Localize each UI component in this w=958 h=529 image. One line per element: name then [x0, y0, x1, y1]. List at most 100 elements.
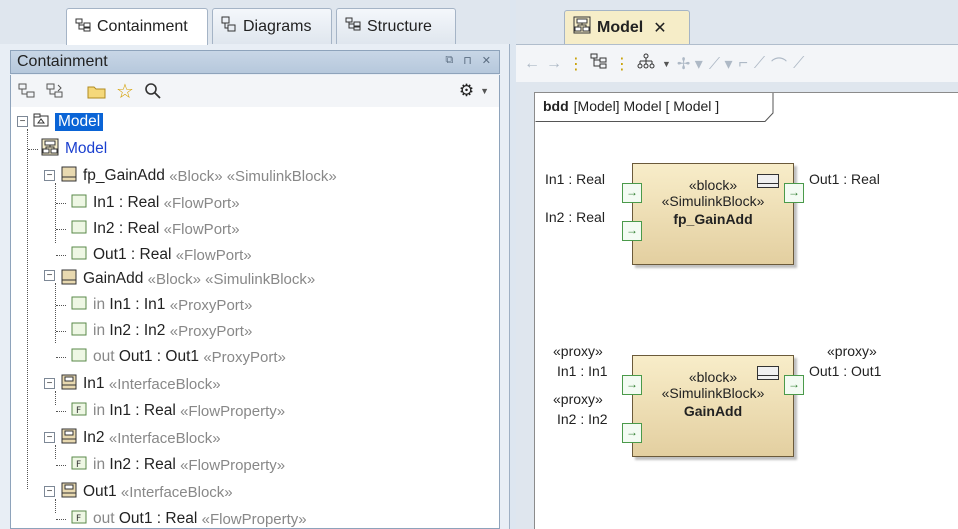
containment-pane: Containment Diagrams Structure Containme… — [0, 0, 510, 529]
float-icon[interactable]: ⧉ — [445, 54, 453, 67]
layout-dropdown-icon[interactable]: ▼ — [662, 59, 671, 69]
block-fp-gainadd[interactable]: «block» «SimulinkBlock» fp_GainAdd — [632, 163, 794, 265]
block-icon — [61, 166, 77, 187]
svg-text:F: F — [76, 406, 81, 416]
open-folder-icon[interactable] — [87, 81, 107, 101]
port-fp-in1[interactable]: → — [622, 183, 642, 203]
package-icon — [33, 113, 49, 132]
expand-all-icon[interactable] — [45, 81, 65, 101]
diagram-pane: Model ✕ ← → ⋮ ⋮ ▼ ✢ ▾ ⟋ ▾ ⌐ ⟋ ⌒ ⟋ bdd [M… — [516, 0, 958, 529]
tab-structure[interactable]: Structure — [336, 8, 456, 44]
structure-icon — [345, 17, 361, 36]
star-icon[interactable]: ☆ — [115, 81, 135, 103]
tree-item-gainadd[interactable]: GainAdd «Block» «SimulinkBlock» — [61, 267, 315, 291]
path-style-icon[interactable]: ✢ ▾ — [677, 54, 703, 74]
svg-text:F: F — [76, 514, 81, 524]
port-label-ga-out1: Out1 : Out1 — [809, 363, 882, 379]
oblique-icon[interactable]: ⟋ — [754, 55, 765, 73]
rectilinear-icon[interactable]: ⌐ — [739, 55, 748, 73]
block-gainadd[interactable]: «block» «SimulinkBlock» GainAdd — [632, 355, 794, 457]
gear-icon[interactable]: ⚙ — [459, 81, 474, 101]
tree-item-ib-in1-prop[interactable]: F in In1 : Real «FlowProperty» — [71, 399, 285, 423]
bdd-diagram-icon — [41, 138, 59, 161]
tree-item-fp-out1[interactable]: Out1 : Real «FlowPort» — [71, 243, 252, 267]
tab-diagrams-label: Diagrams — [243, 17, 312, 35]
tab-diagrams[interactable]: Diagrams — [212, 8, 332, 44]
pin-icon[interactable]: ⊓ — [463, 54, 472, 67]
flow-property-icon: F — [71, 456, 87, 475]
flow-port-icon — [71, 194, 87, 213]
expander-ib-in1[interactable]: − — [44, 378, 55, 389]
proxy-port-icon — [71, 322, 87, 341]
back-icon[interactable]: ← — [524, 55, 540, 73]
port-stereo-ga-out1: «proxy» — [827, 343, 877, 359]
bdd-diagram-icon — [573, 16, 591, 39]
port-ga-out1[interactable]: → — [784, 375, 804, 395]
expander-fp-gainadd[interactable]: − — [44, 170, 55, 181]
browser-tab-bar: Containment Diagrams Structure — [0, 0, 510, 45]
bezier-icon[interactable]: ⌒ — [771, 52, 787, 76]
interface-block-icon — [61, 428, 77, 449]
tree-item-ga-in1[interactable]: in In1 : In1 «ProxyPort» — [71, 293, 252, 317]
port-label-ga-in2: In2 : In2 — [557, 411, 608, 427]
interface-block-icon — [61, 482, 77, 503]
svg-text:F: F — [76, 460, 81, 470]
containment-tree-icon[interactable] — [590, 53, 608, 74]
interface-block-icon — [61, 374, 77, 395]
port-stereo-ga-in2: «proxy» — [553, 391, 603, 407]
port-ga-in1[interactable]: → — [622, 375, 642, 395]
forward-icon[interactable]: → — [546, 55, 562, 73]
tab-model-label: Model — [597, 18, 644, 36]
more-icon[interactable]: ⟋ — [793, 55, 804, 73]
containment-toolbar: ☆ ⚙ ▼ — [10, 75, 500, 107]
tree-item-ib-out1[interactable]: Out1 «InterfaceBlock» — [61, 480, 233, 504]
close-tab-icon[interactable]: ✕ — [653, 18, 666, 38]
layout-icon[interactable] — [636, 53, 656, 74]
tree-item-model[interactable]: Model — [33, 110, 104, 134]
containment-panel-header: Containment ⧉ ⊓ ✕ — [10, 50, 500, 74]
tree-item-ib-in1[interactable]: In1 «InterfaceBlock» — [61, 372, 221, 396]
tree-item-model-diagram[interactable]: Model — [41, 137, 107, 161]
tree-item-ib-in2[interactable]: In2 «InterfaceBlock» — [61, 426, 221, 450]
flow-port-icon — [71, 220, 87, 239]
tree-item-ib-out1-prop[interactable]: F out Out1 : Real «FlowProperty» — [71, 507, 307, 528]
proxy-port-icon — [71, 348, 87, 367]
expander-ib-in2[interactable]: − — [44, 432, 55, 443]
tree-item-fp-in2[interactable]: In2 : Real «FlowPort» — [71, 217, 240, 241]
line-style-icon[interactable]: ⟋ ▾ — [709, 54, 733, 74]
block-icon — [757, 366, 779, 380]
panel-title: Containment — [17, 53, 108, 70]
port-ga-in2[interactable]: → — [622, 423, 642, 443]
expander-ib-out1[interactable]: − — [44, 486, 55, 497]
tree-item-ga-in2[interactable]: in In2 : In2 «ProxyPort» — [71, 319, 252, 343]
expander-gainadd[interactable]: − — [44, 270, 55, 281]
proxy-port-icon — [71, 296, 87, 315]
tab-containment[interactable]: Containment — [66, 8, 208, 45]
port-label-fp-in2: In2 : Real — [545, 209, 605, 225]
block-icon — [757, 174, 779, 188]
block-icon — [61, 269, 77, 290]
diagram-frame-label: bdd [Model] Model [ Model ] — [535, 93, 728, 119]
tree-item-ga-out1[interactable]: out Out1 : Out1 «ProxyPort» — [71, 345, 286, 369]
tree-item-fp-in1[interactable]: In1 : Real «FlowPort» — [71, 191, 240, 215]
diagrams-icon — [221, 16, 237, 37]
flow-port-icon — [71, 246, 87, 265]
port-stereo-ga-in1: «proxy» — [553, 343, 603, 359]
collapse-all-icon[interactable] — [17, 81, 37, 101]
port-label-ga-in1: In1 : In1 — [557, 363, 608, 379]
port-label-fp-out1: Out1 : Real — [809, 171, 880, 187]
search-icon[interactable] — [143, 81, 163, 101]
tab-model-diagram[interactable]: Model ✕ — [564, 10, 690, 44]
tree-item-ib-in2-prop[interactable]: F in In2 : Real «FlowProperty» — [71, 453, 285, 477]
tree-item-fp-gainadd[interactable]: fp_GainAdd «Block» «SimulinkBlock» — [61, 164, 337, 188]
flow-property-icon: F — [71, 402, 87, 421]
chevron-down-icon[interactable]: ▼ — [480, 86, 489, 96]
expander-model[interactable]: − — [17, 116, 28, 127]
containment-tree: − − − − − − Model Model fp_GainAdd «Bloc… — [10, 107, 500, 529]
port-fp-in2[interactable]: → — [622, 221, 642, 241]
containment-tree-icon — [75, 18, 91, 37]
close-panel-icon[interactable]: ✕ — [482, 54, 491, 67]
port-fp-out1[interactable]: → — [784, 183, 804, 203]
diagram-canvas[interactable]: bdd [Model] Model [ Model ] «block» «Sim… — [534, 92, 958, 529]
tree-item-model-diagram-label: Model — [65, 140, 108, 157]
